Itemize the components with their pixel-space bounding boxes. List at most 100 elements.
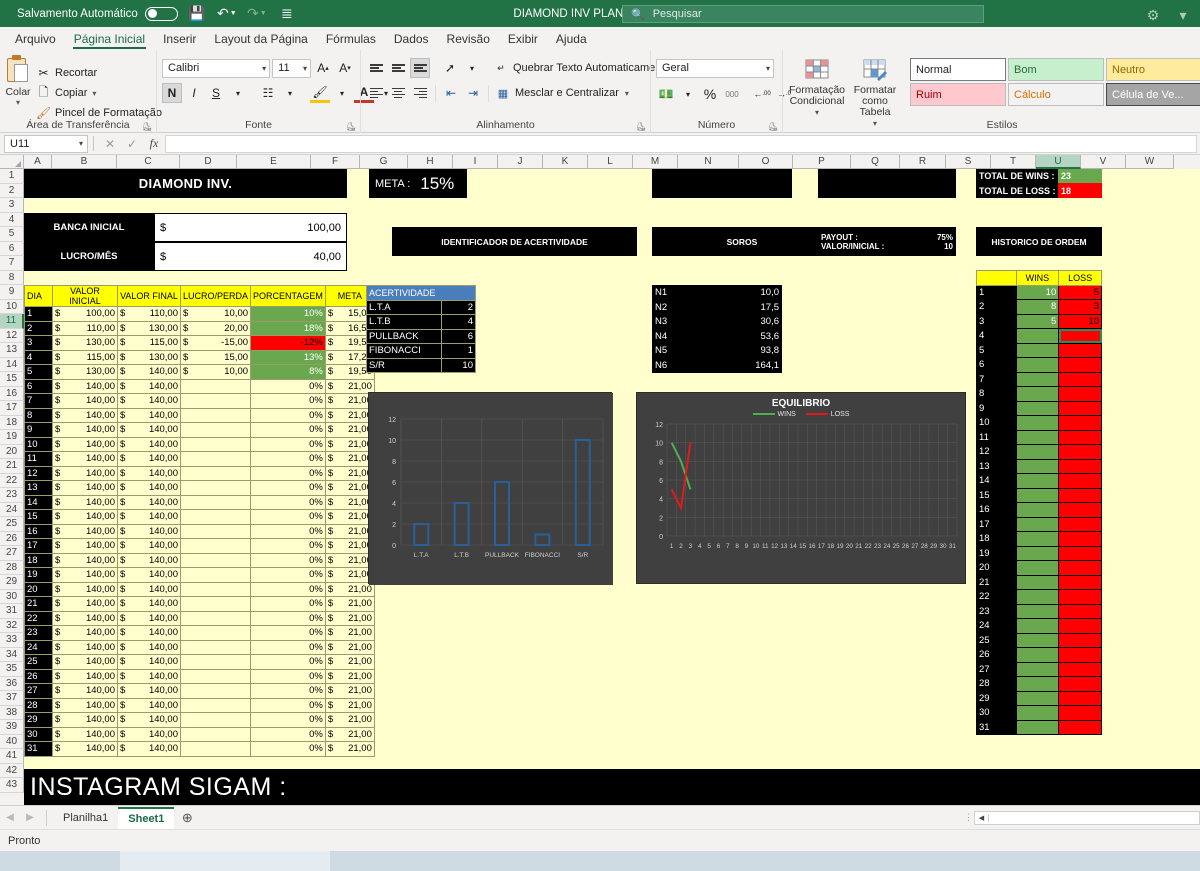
table-row[interactable]: 8 $140,00 $140,00 0% $21,00 — [24, 407, 375, 423]
font-family-select[interactable]: Calibri ▾ — [162, 58, 271, 78]
historico-wins[interactable] — [1015, 371, 1060, 387]
cell-meta[interactable]: $21,00 — [324, 567, 375, 583]
column-header-G[interactable]: G — [360, 155, 408, 169]
cell-porcentagem[interactable]: 0% — [250, 567, 326, 583]
acertividade-value[interactable]: 4 — [440, 314, 476, 330]
column-header-V[interactable]: V — [1081, 155, 1126, 169]
cell-valor-inicial[interactable]: $140,00 — [52, 567, 118, 583]
cell-dia[interactable]: 1 — [24, 306, 53, 322]
historico-row[interactable]: 14 — [976, 473, 1102, 489]
cell-lucro-perda[interactable] — [179, 639, 252, 655]
table-row[interactable]: 19 $140,00 $140,00 0% $21,00 — [24, 567, 375, 583]
cell-meta[interactable]: $21,00 — [324, 581, 375, 597]
row-header-40[interactable]: 40 — [0, 734, 24, 749]
cell-meta[interactable]: $21,00 — [324, 538, 375, 554]
historico-loss[interactable] — [1058, 415, 1102, 431]
cell-valor-final[interactable]: $140,00 — [117, 596, 181, 612]
historico-row[interactable]: 28 — [976, 676, 1102, 692]
column-header-K[interactable]: K — [543, 155, 588, 169]
cell-lucro-perda[interactable] — [179, 581, 252, 597]
cell-valor-final[interactable]: $140,00 — [117, 668, 181, 684]
banca-inicial-cell[interactable]: $ 100,00 — [154, 213, 347, 242]
soros-row[interactable]: N1 10,0 — [651, 285, 782, 301]
historico-loss[interactable] — [1058, 516, 1102, 532]
row-header-34[interactable]: 34 — [0, 647, 24, 662]
acertividade-label[interactable]: L.T.B — [366, 314, 442, 330]
historico-row[interactable]: 18 — [976, 531, 1102, 547]
cell-dia[interactable]: 31 — [24, 741, 53, 757]
historico-wins[interactable] — [1015, 661, 1060, 677]
table-row[interactable]: 22 $140,00 $140,00 0% $21,00 — [24, 610, 375, 626]
historico-index[interactable]: 21 — [976, 574, 1017, 590]
row-header-26[interactable]: 26 — [0, 531, 24, 546]
cell-valor-final[interactable]: $140,00 — [117, 393, 181, 409]
percent-style-button[interactable]: % — [700, 84, 720, 104]
historico-index[interactable]: 31 — [976, 719, 1017, 735]
row-header-16[interactable]: 16 — [0, 386, 24, 401]
historico-wins[interactable] — [1015, 473, 1060, 489]
cell-lucro-perda[interactable]: $10,00 — [179, 306, 252, 322]
cell-porcentagem[interactable]: 13% — [250, 349, 326, 365]
table-row[interactable]: 2 $110,00 $130,00 $20,00 18% $16,50 — [24, 320, 375, 336]
cell-dia[interactable]: 8 — [24, 407, 53, 423]
row-header-29[interactable]: 29 — [0, 575, 24, 590]
cell-meta[interactable]: $21,00 — [324, 683, 375, 699]
soros-value[interactable]: 53,6 — [721, 328, 782, 344]
historico-row[interactable]: 30 — [976, 705, 1102, 721]
cell-dia[interactable]: 2 — [24, 320, 53, 336]
column-header-W[interactable]: W — [1126, 155, 1174, 169]
cell-valor-inicial[interactable]: $140,00 — [52, 436, 118, 452]
cell-lucro-perda[interactable] — [179, 610, 252, 626]
cell-valor-inicial[interactable]: $140,00 — [52, 393, 118, 409]
cell-dia[interactable]: 18 — [24, 552, 53, 568]
historico-wins[interactable] — [1015, 400, 1060, 416]
increase-indent-button[interactable]: ⇥ — [463, 83, 483, 103]
cell-dia[interactable]: 15 — [24, 509, 53, 525]
cell-dia[interactable]: 24 — [24, 639, 53, 655]
soros-label[interactable]: N6 — [651, 357, 723, 373]
cell-porcentagem[interactable]: 0% — [250, 509, 326, 525]
chevron-down-icon[interactable]: ▾ — [462, 58, 482, 78]
historico-loss[interactable] — [1058, 458, 1102, 474]
historico-wins[interactable] — [1015, 531, 1060, 547]
column-header-T[interactable]: T — [991, 155, 1036, 169]
name-box[interactable]: U11 ▾ — [4, 134, 88, 153]
historico-index[interactable]: 23 — [976, 603, 1017, 619]
cell-valor-final[interactable]: $140,00 — [117, 581, 181, 597]
historico-loss[interactable] — [1058, 676, 1102, 692]
historico-row[interactable]: 19 — [976, 545, 1102, 561]
style-ruim[interactable]: Ruim — [910, 83, 1006, 106]
row-header-3[interactable]: 3 — [0, 198, 24, 213]
decrease-indent-button[interactable]: ⇤ — [441, 83, 461, 103]
historico-loss[interactable] — [1058, 400, 1102, 416]
soros-row[interactable]: N3 30,6 — [651, 314, 782, 330]
historico-row[interactable]: 6 — [976, 357, 1102, 373]
table-row[interactable]: 29 $140,00 $140,00 0% $21,00 — [24, 712, 375, 728]
column-header-U[interactable]: U — [1036, 155, 1081, 169]
historico-wins[interactable] — [1015, 603, 1060, 619]
cell-valor-inicial[interactable]: $140,00 — [52, 422, 118, 438]
historico-loss[interactable] — [1058, 603, 1102, 619]
cell-valor-final[interactable]: $140,00 — [117, 509, 181, 525]
historico-row[interactable]: 15 — [976, 487, 1102, 503]
nav-prev-icon[interactable]: ◀ — [0, 812, 20, 823]
cell-valor-final[interactable]: $140,00 — [117, 610, 181, 626]
increase-font-size-button[interactable]: A ▴ — [313, 58, 333, 78]
historico-wins[interactable] — [1015, 328, 1060, 344]
cell-lucro-perda[interactable] — [179, 523, 252, 539]
cell-dia[interactable]: 9 — [24, 422, 53, 438]
cell-meta[interactable]: $21,00 — [324, 596, 375, 612]
historico-loss[interactable] — [1058, 371, 1102, 387]
table-row[interactable]: 21 $140,00 $140,00 0% $21,00 — [24, 596, 375, 612]
cell-lucro-perda[interactable]: $10,00 — [179, 364, 252, 380]
cell-valor-final[interactable]: $140,00 — [117, 364, 181, 380]
historico-row[interactable]: 26 — [976, 647, 1102, 663]
column-header-A[interactable]: A — [24, 155, 52, 169]
row-header-5[interactable]: 5 — [0, 227, 24, 242]
sheet-tab-planilha1[interactable]: Planilha1 — [53, 807, 118, 829]
historico-row[interactable]: 27 — [976, 661, 1102, 677]
copy-button[interactable]: 🗋 Copiar ▾ — [35, 84, 162, 102]
historico-wins[interactable] — [1015, 357, 1060, 373]
chevron-down-icon[interactable]: ▾ — [92, 89, 96, 98]
historico-loss[interactable] — [1058, 487, 1102, 503]
